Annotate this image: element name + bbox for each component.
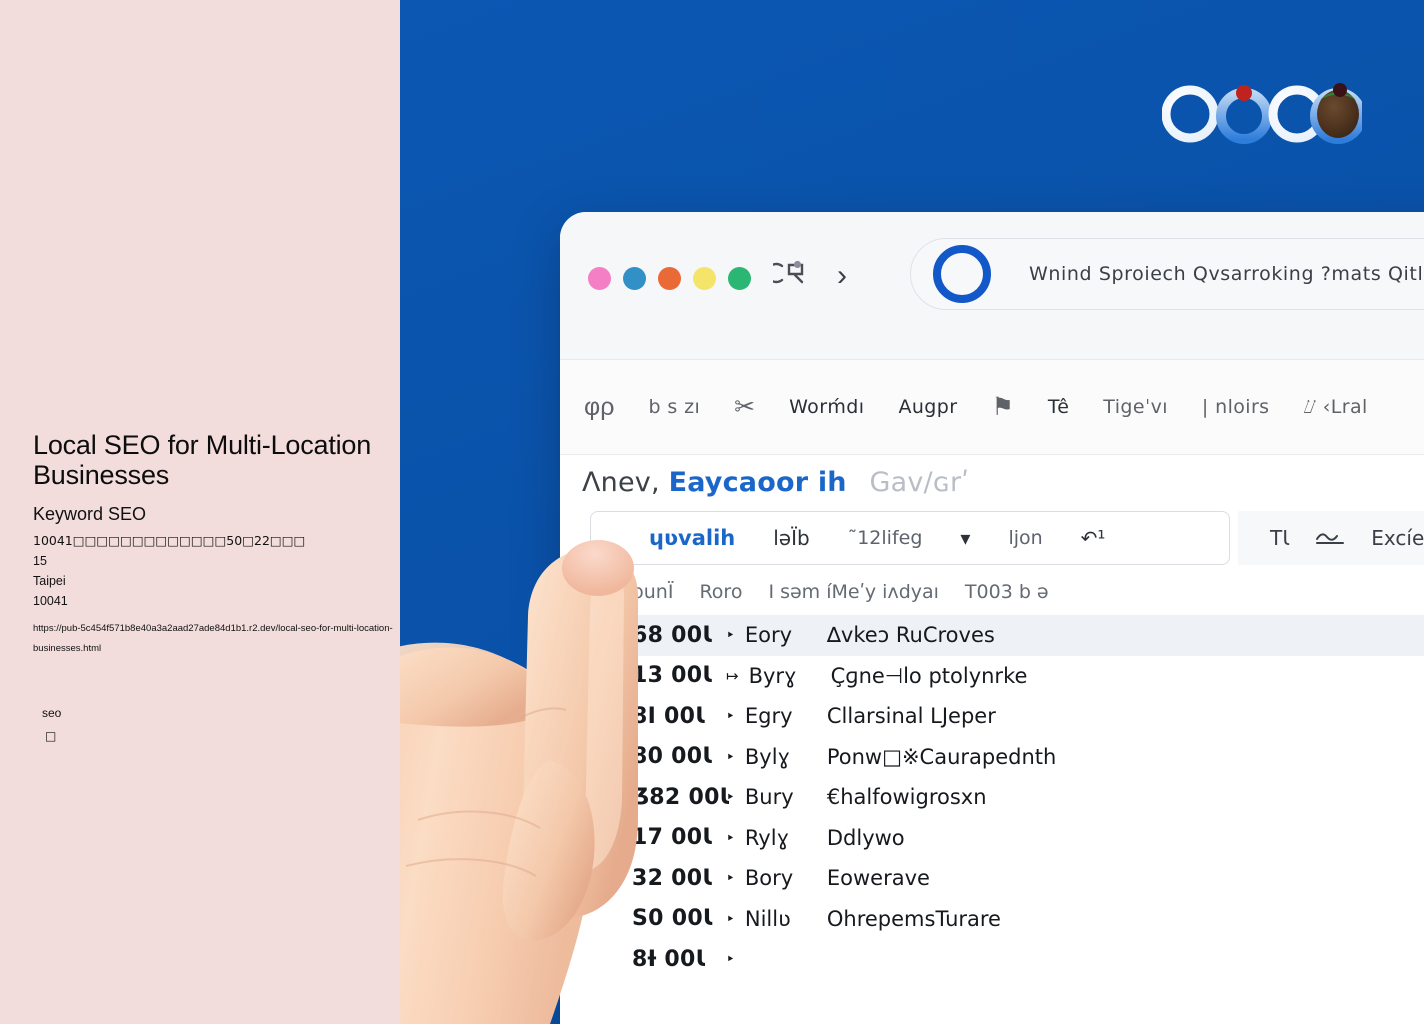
window-controls[interactable] [588, 267, 751, 290]
window-dot-yellow[interactable] [693, 267, 716, 290]
row-trend-icon: ‣ [726, 707, 735, 726]
table-row[interactable]: 68 00Ɩ ‣ Eory ∆vkeɔ RuCroves [590, 615, 1424, 656]
table-row[interactable]: S0 00Ɩ ‣ Nillʋ OhrepemsTurare [590, 899, 1424, 940]
blue-stage: › Wnind Sproiech Qvsarroking ?mats Qitl … [400, 0, 1424, 1024]
content-heading: Λnev, Eaycaoor ih Gav/ɢrʹ [582, 467, 969, 498]
filter-dropdown[interactable]: ˜12lifeg [848, 527, 923, 549]
filter-trailing-glyph[interactable]: ↶¹ [1081, 526, 1106, 550]
row-trend-icon: ↦ [726, 666, 739, 685]
row-trend-icon: ‣ [726, 950, 735, 969]
table-row[interactable]: Ʒ82 00Ɩ ‣ Bury €halfowigrosxn [590, 777, 1424, 818]
keyword-table: 68 00Ɩ ‣ Eory ∆vkeɔ RuCroves 13 00Ɩ ↦ Byrɣ Çɡn… [590, 615, 1424, 1024]
toolbar-item-wormdi[interactable]: Worḿdı [789, 396, 864, 418]
toolbar-item-nloirs[interactable]: | nloirs [1202, 396, 1270, 418]
row-difficulty: Bury [744, 785, 794, 810]
page-title: Local SEO for Multi-Location Businesses [33, 430, 372, 490]
table-column-headers: Hlʹy ounЇ Roro I səm íMeʹy iʌdyaı T003 b… [590, 570, 1424, 614]
brand-logo [1161, 78, 1366, 150]
wave-icon[interactable] [1315, 526, 1345, 550]
blue-ring-icon [933, 245, 991, 303]
row-keyword: Çɡne⊣lo ptolynrke [830, 663, 1028, 688]
scissors-icon[interactable]: ✂ [734, 394, 755, 420]
toolbar-item-tigev[interactable]: Tigeˈvı [1103, 396, 1168, 418]
article-city: Taipei [33, 574, 66, 588]
table-row[interactable]: 32 00Ɩ ‣ Bory Eowerave [590, 858, 1424, 899]
article-tag-glyph: □ [45, 729, 57, 743]
address-bar-value: Wnind Sproiech Qvsarroking ?mats Qitl [1029, 263, 1424, 285]
row-trend-icon: ‣ [726, 869, 735, 888]
toolbar-item-kural[interactable]: ⌰ ‹Lral [1303, 396, 1367, 418]
toolbar-item-augpr[interactable]: Augpr [898, 396, 957, 418]
row-keyword: Ponw□※Caurapednth [826, 744, 1057, 769]
screenshot-root: Local SEO for Multi-Location Businesses … [0, 0, 1424, 1024]
browser-toolbar[interactable]: φρ b s zı ✂ Worḿdı Augpr ⚑ Tê Tigeˈvı |… [560, 360, 1424, 455]
window-dot-blue[interactable] [623, 267, 646, 290]
column-header-3[interactable]: T003 b ə [965, 581, 1049, 603]
table-row[interactable]: 17 00Ɩ ‣ Rylɣ Ddlywo [590, 818, 1424, 859]
row-difficulty: Bory [744, 866, 794, 891]
row-difficulty: Byrɣ [748, 663, 797, 688]
filter-bar[interactable]: ɥʋvalih ləЇb ˜12lifeg ▾ ljon ↶¹ [590, 511, 1230, 565]
page-content: Λnev, Eaycaoor ih Gav/ɢrʹ ɥʋvalih ləЇb ˜… [560, 455, 1424, 1024]
row-trend-icon: ‣ [726, 828, 735, 847]
article-postal-code: 10041 [33, 594, 68, 608]
browser-window: › Wnind Sproiech Qvsarroking ?mats Qitl … [560, 212, 1424, 1024]
filter-tertiary[interactable]: ljon [1008, 527, 1042, 549]
row-difficulty: Bylɣ [744, 744, 791, 769]
heading-muted: Gav/ɢrʹ [869, 467, 970, 498]
article-tag[interactable]: seo [42, 704, 61, 722]
row-trend-icon: ‣ [726, 626, 735, 645]
row-difficulty: Eory [744, 623, 793, 648]
flag-icon[interactable]: ⚑ [991, 394, 1013, 420]
column-header-0[interactable]: Hlʹy ounЇ [590, 581, 673, 603]
chevron-right-icon[interactable]: › [837, 260, 847, 291]
article-subtitle: Keyword SEO [33, 504, 147, 524]
heading-accent: Eaycaoor ih [668, 467, 847, 498]
home-glyph-icon[interactable]: φρ [584, 394, 614, 420]
row-keyword: OhrepemsTurare [826, 906, 1001, 931]
column-header-1[interactable]: Roro [699, 581, 742, 603]
window-dot-pink[interactable] [588, 267, 611, 290]
toolbar-item-te[interactable]: Tê [1048, 396, 1069, 418]
row-keyword: Ddlywo [826, 825, 905, 850]
table-row[interactable]: 8I 00Ɩ ‣ Egry Cllarsinal LJeper [590, 696, 1424, 737]
back-arrow-icon[interactable] [766, 260, 807, 291]
filter-secondary[interactable]: ləЇb [773, 526, 809, 550]
filter-primary[interactable]: ɥʋvalih [649, 526, 735, 550]
address-bar[interactable]: Wnind Sproiech Qvsarroking ?mats Qitl [910, 238, 1424, 310]
secondary-bar[interactable]: TƖ Excíetonı [1238, 511, 1424, 565]
nav-controls[interactable]: › [766, 260, 847, 291]
row-keyword: Eowerave [826, 866, 930, 891]
window-dot-orange[interactable] [658, 267, 681, 290]
row-difficulty: Egry [744, 704, 793, 729]
heading-lead: Λnev, [582, 467, 660, 498]
toolbar-item-bszi[interactable]: b s zı [648, 396, 700, 418]
row-keyword: Cllarsinal LJeper [826, 704, 996, 729]
table-row[interactable]: 8Ɨ 00Ɩ ‣ [590, 939, 1424, 980]
secondary-label-a[interactable]: TƖ [1270, 526, 1289, 550]
row-keyword: €halfowigrosxn [826, 785, 987, 810]
article-block: Local SEO for Multi-Location Businesses … [33, 430, 393, 659]
article-address: 10041□□□□□□□□□□□□□50□22□□□ [33, 533, 306, 548]
table-row[interactable]: 13 00Ɩ ↦ Byrɣ Çɡne⊣lo ptolynrke [590, 656, 1424, 697]
row-trend-icon: ‣ [726, 747, 735, 766]
row-trend-icon: ‣ [726, 788, 735, 807]
article-panel: Local SEO for Multi-Location Businesses … [0, 0, 400, 1024]
chevron-down-icon[interactable]: ▾ [960, 526, 970, 550]
article-floor: 15 [33, 554, 47, 568]
article-url[interactable]: https://pub-5c454f571b8e40a3a2aad27ade84… [33, 619, 393, 659]
row-difficulty: Nillʋ [744, 906, 791, 931]
column-header-2[interactable]: I səm íMeʹy iʌdyaı [768, 581, 938, 603]
table-row[interactable]: 80 00Ɩ ‣ Bylɣ Ponw□※Caurapednth [590, 737, 1424, 778]
window-dot-green[interactable] [728, 267, 751, 290]
row-keyword: ∆vkeɔ RuCroves [826, 623, 995, 648]
secondary-label-b[interactable]: Excíetonı [1371, 526, 1424, 550]
row-trend-icon: ‣ [726, 909, 735, 928]
browser-chrome: › Wnind Sproiech Qvsarroking ?mats Qitl [560, 212, 1424, 360]
row-difficulty: Rylɣ [744, 825, 790, 850]
